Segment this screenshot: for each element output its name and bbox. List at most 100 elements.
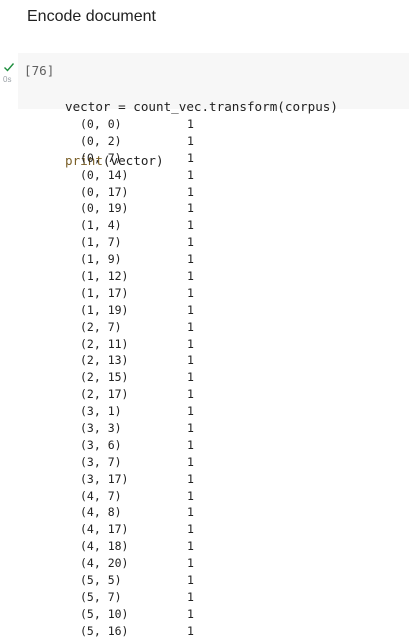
sparse-value: 1 <box>187 184 194 199</box>
output-row: (1, 12) 1 <box>80 268 194 285</box>
output-row: (4, 20) 1 <box>80 555 194 572</box>
sparse-value: 1 <box>187 218 194 233</box>
output-row: (3, 6) 1 <box>80 437 194 454</box>
output-row: (4, 7) 1 <box>80 488 194 505</box>
output-row: (2, 15) 1 <box>80 369 194 386</box>
output-row: (4, 8) 1 <box>80 504 194 521</box>
output-row: (4, 17) 1 <box>80 521 194 538</box>
output-row: (1, 4) 1 <box>80 217 194 234</box>
sparse-index: (4, 8) <box>80 505 122 520</box>
output-row: (3, 7) 1 <box>80 454 194 471</box>
sparse-index: (0, 17) <box>80 184 129 199</box>
cell-gutter: 0s <box>0 53 18 109</box>
output-row: (2, 13) 1 <box>80 352 194 369</box>
sparse-value: 1 <box>187 387 194 402</box>
output-row: (3, 17) 1 <box>80 471 194 488</box>
sparse-value: 1 <box>187 437 194 452</box>
execution-count: [76] <box>24 63 55 78</box>
sparse-index: (5, 7) <box>80 589 122 604</box>
output-row: (0, 0) 1 <box>80 116 194 133</box>
code-cell[interactable]: 0s [76] vector = count_vec.transform(cor… <box>0 53 409 168</box>
sparse-index: (3, 6) <box>80 437 122 452</box>
output-row: (0, 2) 1 <box>80 133 194 150</box>
sparse-value: 1 <box>187 336 194 351</box>
sparse-value: 1 <box>187 133 194 148</box>
markdown-heading: Encode document <box>27 8 156 25</box>
output-row: (1, 17) 1 <box>80 285 194 302</box>
sparse-index: (4, 17) <box>80 522 129 537</box>
sparse-index: (1, 19) <box>80 302 129 317</box>
sparse-value: 1 <box>187 623 194 637</box>
sparse-value: 1 <box>187 454 194 469</box>
output-row: (2, 7) 1 <box>80 319 194 336</box>
output-row: (2, 11) 1 <box>80 336 194 353</box>
output-row: (0, 17) 1 <box>80 184 194 201</box>
sparse-value: 1 <box>187 488 194 503</box>
sparse-index: (1, 7) <box>80 235 122 250</box>
output-row: (1, 7) 1 <box>80 234 194 251</box>
sparse-index: (3, 1) <box>80 404 122 419</box>
sparse-value: 1 <box>187 421 194 436</box>
output-row: (5, 10) 1 <box>80 606 194 623</box>
sparse-value: 1 <box>187 235 194 250</box>
sparse-index: (1, 12) <box>80 269 129 284</box>
sparse-index: (1, 17) <box>80 285 129 300</box>
sparse-value: 1 <box>187 167 194 182</box>
sparse-value: 1 <box>187 252 194 267</box>
sparse-value: 1 <box>187 353 194 368</box>
sparse-value: 1 <box>187 302 194 317</box>
sparse-value: 1 <box>187 201 194 216</box>
output-row: (5, 16) 1 <box>80 623 194 637</box>
sparse-index: (2, 17) <box>80 387 129 402</box>
sparse-index: (2, 13) <box>80 353 129 368</box>
output-row: (5, 5) 1 <box>80 572 194 589</box>
sparse-index: (4, 20) <box>80 556 129 571</box>
sparse-value: 1 <box>187 556 194 571</box>
code-editor[interactable]: [76] vector = count_vec.transform(corpus… <box>18 53 409 168</box>
output-row: (2, 17) 1 <box>80 386 194 403</box>
execution-time: 0s <box>3 75 12 84</box>
sparse-index: (0, 0) <box>80 117 122 131</box>
sparse-index: (3, 3) <box>80 421 122 436</box>
sparse-index: (2, 7) <box>80 319 122 334</box>
sparse-index: (4, 7) <box>80 488 122 503</box>
output-row: (0, 19) 1 <box>80 200 194 217</box>
sparse-index: (5, 10) <box>80 606 129 621</box>
output-row: (3, 1) 1 <box>80 403 194 420</box>
sparse-value: 1 <box>187 117 194 131</box>
cell-output: (0, 0) 1 (0, 2) 1 (0, 7) 1 (0, 14) 1 (0, 17) 1 (0,… <box>80 116 194 637</box>
sparse-index: (5, 5) <box>80 573 122 588</box>
sparse-value: 1 <box>187 522 194 537</box>
sparse-value: 1 <box>187 589 194 604</box>
output-row: (4, 18) 1 <box>80 538 194 555</box>
sparse-index: (1, 9) <box>80 252 122 267</box>
sparse-index: (3, 7) <box>80 454 122 469</box>
sparse-index: (4, 18) <box>80 539 129 554</box>
sparse-index: (1, 4) <box>80 218 122 233</box>
sparse-index: (0, 19) <box>80 201 129 216</box>
sparse-index: (0, 14) <box>80 167 129 182</box>
sparse-index: (2, 15) <box>80 370 129 385</box>
check-icon <box>4 63 15 72</box>
output-row: (0, 14) 1 <box>80 167 194 184</box>
output-row: (1, 9) 1 <box>80 251 194 268</box>
output-row: (5, 7) 1 <box>80 589 194 606</box>
sparse-value: 1 <box>187 150 194 165</box>
sparse-value: 1 <box>187 319 194 334</box>
sparse-index: (0, 7) <box>80 150 122 165</box>
sparse-value: 1 <box>187 370 194 385</box>
sparse-index: (2, 11) <box>80 336 129 351</box>
sparse-value: 1 <box>187 573 194 588</box>
sparse-value: 1 <box>187 505 194 520</box>
sparse-value: 1 <box>187 471 194 486</box>
code-line-1: vector = count_vec.transform(corpus) <box>65 99 338 114</box>
output-row: (3, 3) 1 <box>80 420 194 437</box>
sparse-value: 1 <box>187 404 194 419</box>
sparse-value: 1 <box>187 269 194 284</box>
sparse-index: (3, 17) <box>80 471 129 486</box>
sparse-value: 1 <box>187 539 194 554</box>
sparse-value: 1 <box>187 606 194 621</box>
sparse-index: (5, 16) <box>80 623 129 637</box>
output-row: (1, 19) 1 <box>80 302 194 319</box>
sparse-index: (0, 2) <box>80 133 122 148</box>
